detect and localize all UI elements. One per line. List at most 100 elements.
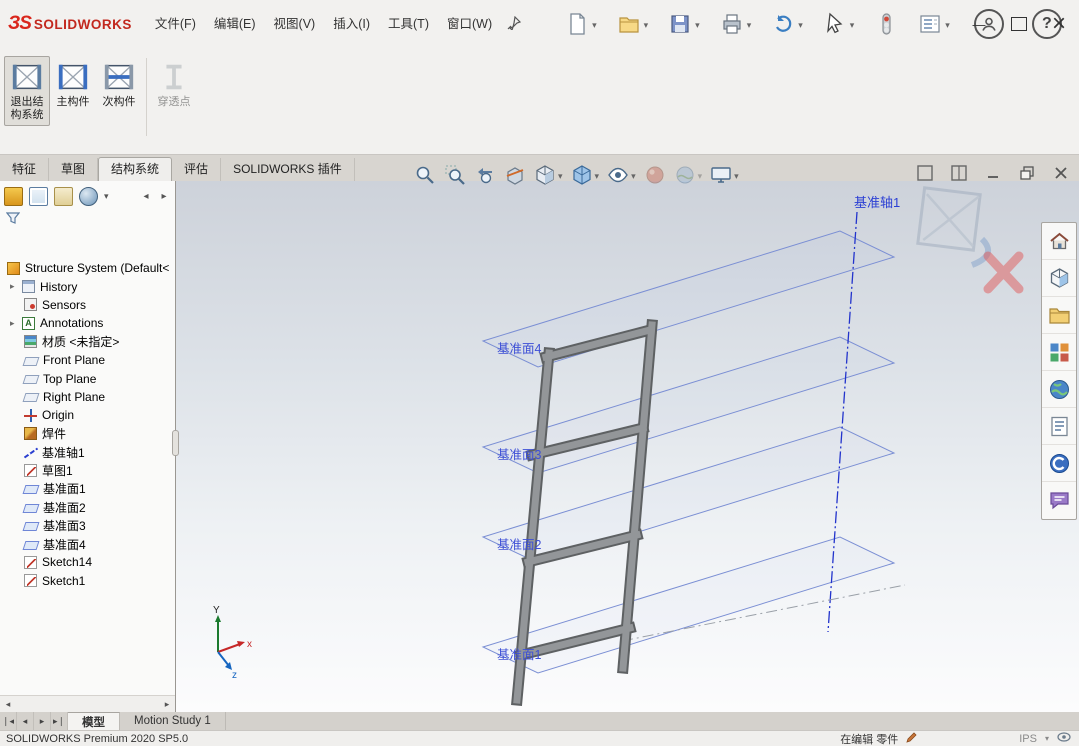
undo-button[interactable] bbox=[767, 9, 807, 39]
datum-axis-label[interactable]: 基准轴1 bbox=[854, 195, 900, 210]
tabs-prev-icon[interactable]: ◂ bbox=[17, 712, 34, 730]
undo-caret[interactable] bbox=[798, 17, 803, 31]
tree-item-structure-system[interactable]: Structure System (Default< bbox=[0, 259, 175, 277]
graphics-viewport[interactable]: 基准面4 基准面3 基准面2 基准面1 基准轴1 Y x z bbox=[176, 181, 1079, 712]
select-caret[interactable] bbox=[850, 17, 855, 31]
menu-tools[interactable]: 工具(T) bbox=[379, 0, 438, 48]
tabs-first-icon[interactable]: ❘◂ bbox=[0, 712, 17, 730]
pin-menu-icon[interactable] bbox=[507, 15, 522, 33]
save-button[interactable] bbox=[664, 9, 704, 39]
save-caret[interactable] bbox=[695, 17, 700, 31]
model-tab[interactable]: 模型 bbox=[68, 712, 120, 730]
displaymanager-tab-icon[interactable] bbox=[79, 186, 98, 206]
design-library-icon[interactable] bbox=[1042, 260, 1076, 297]
apply-scene-caret[interactable] bbox=[698, 168, 703, 182]
view-orientation-caret[interactable] bbox=[558, 168, 563, 182]
scroll-right-icon[interactable]: ▸ bbox=[159, 696, 175, 712]
tree-item-history[interactable]: History bbox=[0, 277, 175, 295]
tabs-next-icon[interactable]: ▸ bbox=[34, 712, 51, 730]
tree-item-plane4[interactable]: 基准面4 bbox=[0, 535, 175, 553]
exit-structure-system-button[interactable]: 退出结 构系统 bbox=[4, 56, 50, 126]
menu-view[interactable]: 视图(V) bbox=[265, 0, 325, 48]
new-document-caret[interactable] bbox=[592, 17, 597, 31]
edit-appearance-button[interactable] bbox=[642, 162, 668, 188]
tree-item-sketch1-cn[interactable]: 草图1 bbox=[0, 461, 175, 479]
panel-tabs-caret[interactable]: ▾ bbox=[104, 191, 109, 202]
unit-system-caret[interactable]: ▾ bbox=[1045, 734, 1049, 743]
menu-window[interactable]: 窗口(W) bbox=[438, 0, 501, 48]
open-button[interactable] bbox=[613, 9, 653, 39]
viewport-single-view-button[interactable] bbox=[915, 163, 935, 183]
zoom-fit-button[interactable] bbox=[412, 162, 438, 188]
menu-file[interactable]: 文件(F) bbox=[146, 0, 205, 48]
configurationmanager-tab-icon[interactable] bbox=[54, 186, 73, 206]
options-caret[interactable] bbox=[945, 17, 950, 31]
tab-structure-system[interactable]: 结构系统 bbox=[98, 157, 173, 182]
display-style-button[interactable] bbox=[569, 162, 602, 188]
hide-show-items-caret[interactable] bbox=[631, 168, 636, 182]
new-document-button[interactable] bbox=[561, 9, 601, 39]
menu-insert[interactable]: 插入(I) bbox=[324, 0, 379, 48]
tree-item-top-plane[interactable]: Top Plane bbox=[0, 369, 175, 387]
hide-show-items-button[interactable] bbox=[605, 162, 638, 188]
tab-features[interactable]: 特征 bbox=[0, 158, 50, 181]
tree-item-axis1[interactable]: 基准轴1 bbox=[0, 443, 175, 461]
confirmation-cancel-icon[interactable] bbox=[983, 251, 1024, 294]
doc-minimize-button[interactable] bbox=[983, 163, 1003, 183]
tab-evaluate[interactable]: 评估 bbox=[172, 158, 222, 181]
rebuild-button[interactable] bbox=[870, 9, 902, 39]
tree-item-sketch1[interactable]: Sketch1 bbox=[0, 572, 175, 590]
tree-item-material[interactable]: 材质 <未指定> bbox=[0, 333, 175, 351]
tabs-last-icon[interactable]: ▸❘ bbox=[51, 712, 68, 730]
home-icon[interactable] bbox=[1042, 223, 1076, 260]
unit-system-dropdown[interactable]: IPS bbox=[1019, 733, 1037, 745]
plane4-label[interactable]: 基准面4 bbox=[497, 342, 542, 356]
tree-item-sketch14[interactable]: Sketch14 bbox=[0, 553, 175, 571]
open-caret[interactable] bbox=[644, 17, 649, 31]
close-button[interactable] bbox=[1039, 4, 1079, 44]
maximize-button[interactable] bbox=[999, 4, 1039, 44]
view-orientation-button[interactable] bbox=[532, 162, 565, 188]
view-settings-caret[interactable] bbox=[734, 168, 739, 182]
expand-arrow-icon[interactable] bbox=[10, 318, 22, 329]
expand-arrow-icon[interactable] bbox=[10, 281, 22, 292]
confirmation-accept-icon[interactable] bbox=[916, 186, 992, 268]
tree-item-origin[interactable]: Origin bbox=[0, 406, 175, 424]
view-settings-button[interactable] bbox=[708, 162, 741, 188]
tree-item-right-plane[interactable]: Right Plane bbox=[0, 388, 175, 406]
apply-scene-button[interactable] bbox=[672, 162, 705, 188]
options-button[interactable] bbox=[914, 9, 954, 39]
tree-item-front-plane[interactable]: Front Plane bbox=[0, 351, 175, 369]
plane1-label[interactable]: 基准面1 bbox=[497, 648, 542, 662]
minimize-button[interactable] bbox=[959, 4, 999, 44]
appearances-icon[interactable] bbox=[1042, 371, 1076, 408]
view-palette-icon[interactable] bbox=[1042, 334, 1076, 371]
panel-hscrollbar[interactable]: ◂ ▸ bbox=[0, 695, 175, 712]
tree-item-plane1[interactable]: 基准面1 bbox=[0, 480, 175, 498]
panel-scroll-right-icon[interactable]: ▸ bbox=[157, 188, 171, 204]
propertymanager-tab-icon[interactable] bbox=[29, 186, 48, 206]
featuremanager-tab-icon[interactable] bbox=[4, 186, 23, 206]
tab-sketch[interactable]: 草图 bbox=[49, 158, 99, 181]
viewport-multi-view-button[interactable] bbox=[949, 163, 969, 183]
eye-icon[interactable] bbox=[1057, 732, 1071, 745]
secondary-member-button[interactable]: 次构件 bbox=[96, 56, 142, 113]
doc-restore-button[interactable] bbox=[1017, 163, 1037, 183]
tab-addins[interactable]: SOLIDWORKS 插件 bbox=[221, 158, 355, 181]
previous-view-button[interactable] bbox=[472, 162, 498, 188]
motion-study-tab[interactable]: Motion Study 1 bbox=[120, 712, 226, 730]
tree-item-plane2[interactable]: 基准面2 bbox=[0, 498, 175, 516]
print-caret[interactable] bbox=[747, 17, 752, 31]
tree-item-annotations[interactable]: Annotations bbox=[0, 314, 175, 332]
zoom-area-button[interactable] bbox=[442, 162, 468, 188]
tree-item-sensors[interactable]: Sensors bbox=[0, 296, 175, 314]
panel-scroll-left-icon[interactable]: ◂ bbox=[139, 188, 153, 204]
select-button[interactable] bbox=[819, 9, 859, 39]
panel-splitter-handle[interactable] bbox=[172, 430, 179, 456]
primary-member-button[interactable]: 主构件 bbox=[50, 56, 96, 113]
filter-icon[interactable] bbox=[5, 212, 21, 228]
scroll-left-icon[interactable]: ◂ bbox=[0, 696, 16, 712]
doc-close-button[interactable] bbox=[1051, 163, 1071, 183]
display-style-caret[interactable] bbox=[595, 168, 600, 182]
custom-properties-icon[interactable] bbox=[1042, 408, 1076, 445]
